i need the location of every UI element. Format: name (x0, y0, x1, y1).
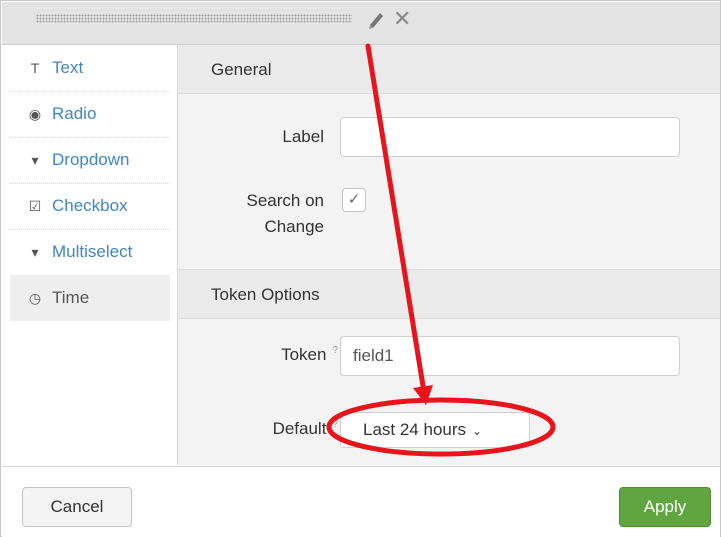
token-label-text: Token (281, 345, 327, 364)
sidebar-item-label: Radio (52, 104, 97, 123)
search-on-change-checkbox[interactable]: ✓ (342, 188, 366, 212)
default-label-text: Default (272, 419, 327, 438)
sidebar-item-text[interactable]: T Text (10, 45, 170, 92)
cancel-button[interactable]: Cancel (22, 487, 132, 527)
token-options-section-header: Token Options (178, 269, 720, 319)
sidebar-item-label: Dropdown (52, 150, 130, 169)
input-settings-form: General Label Search on Change ✓ Token O… (178, 45, 720, 465)
drag-bar[interactable]: ✕ (2, 2, 720, 45)
label-input[interactable] (340, 117, 680, 157)
label-field-label: Label (282, 127, 324, 146)
sidebar-item-label: Multiselect (52, 242, 133, 261)
dialog-footer: Cancel Apply (2, 466, 720, 537)
pencil-icon[interactable] (366, 8, 386, 30)
token-field-label: Token? (228, 345, 338, 365)
input-type-sidebar: T Text ◉ Radio ▾ Dropdown ☑ Checkbox ▾ Multis… (2, 45, 178, 465)
text-type-icon: T (30, 60, 40, 76)
token-input[interactable] (340, 336, 680, 376)
sidebar-item-radio[interactable]: ◉ Radio (10, 91, 170, 138)
default-field-label: Default? (218, 419, 338, 439)
search-on-change-label: Search on Change (208, 188, 325, 240)
time-input-editor-panel: ✕ T Text ◉ Radio ▾ Dropdown ☑ Checkbox ▾ Mult… (0, 0, 721, 537)
close-icon[interactable]: ✕ (393, 6, 411, 32)
sidebar-item-checkbox[interactable]: ☑ Checkbox (10, 183, 170, 230)
sidebar-item-multiselect[interactable]: ▾ Multiselect (10, 229, 170, 276)
caret-down-icon: ▾ (31, 152, 39, 168)
sidebar-item-label: Text (52, 58, 84, 77)
search-on-change-label-line1: Search on (246, 191, 325, 210)
sidebar-item-time[interactable]: ◷ Time (10, 275, 170, 321)
general-section-header: General (178, 45, 720, 94)
checkbox-icon: ☑ (28, 198, 42, 214)
checkmark-icon: ✓ (347, 191, 361, 208)
clock-icon: ◷ (28, 290, 42, 306)
section-title: General (211, 60, 272, 79)
radio-icon: ◉ (28, 106, 42, 122)
drag-handle[interactable] (36, 14, 352, 23)
sidebar-item-label: Time (52, 288, 90, 307)
dropdown-value: Last 24 hours (363, 420, 467, 439)
caret-down-icon: ▾ (31, 244, 39, 260)
help-icon[interactable]: ? (332, 345, 338, 356)
chevron-down-icon: ⌄ (472, 424, 483, 438)
sidebar-item-label: Checkbox (52, 196, 128, 215)
search-on-change-label-line2: Change (264, 217, 324, 236)
default-time-range-dropdown[interactable]: Last 24 hours ⌄ (340, 412, 530, 448)
apply-button[interactable]: Apply (619, 487, 711, 527)
section-title: Token Options (211, 285, 320, 304)
sidebar-item-dropdown[interactable]: ▾ Dropdown (10, 137, 170, 184)
help-icon[interactable]: ? (332, 419, 338, 430)
